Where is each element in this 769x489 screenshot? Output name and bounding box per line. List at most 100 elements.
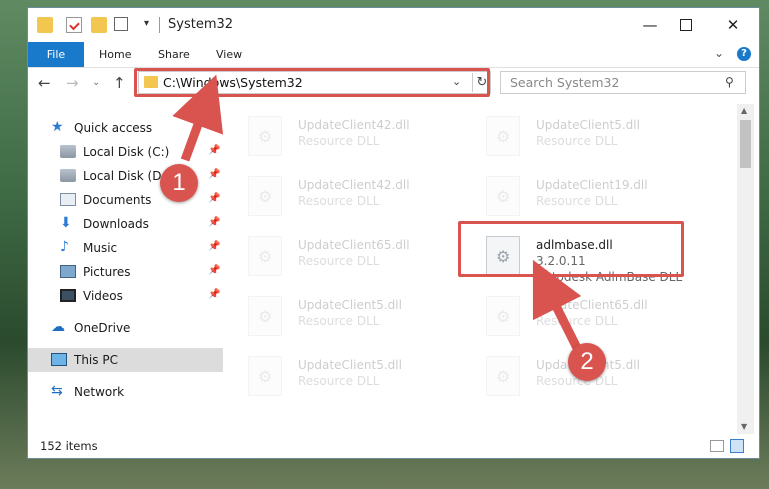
sidebar-item-label: Local Disk (D:) bbox=[83, 169, 171, 183]
file-highlight-box bbox=[458, 221, 684, 277]
drive-icon bbox=[60, 169, 76, 182]
pictures-icon bbox=[60, 265, 76, 278]
sidebar-item-label: Documents bbox=[83, 193, 152, 207]
tab-file[interactable]: File bbox=[28, 42, 84, 67]
videos-icon bbox=[60, 289, 76, 302]
sidebar-item-label: Quick access bbox=[74, 121, 153, 135]
file-type: Resource DLL bbox=[298, 134, 380, 148]
tab-view[interactable]: View bbox=[216, 42, 242, 67]
scroll-up-icon[interactable]: ▲ bbox=[741, 106, 747, 115]
sidebar-item-label: OneDrive bbox=[74, 321, 131, 335]
recent-locations-icon[interactable]: ⌄ bbox=[92, 77, 100, 88]
sidebar-item-label: Videos bbox=[83, 289, 123, 303]
folder-icon[interactable] bbox=[37, 17, 53, 33]
address-highlight-box bbox=[134, 68, 490, 97]
file-name: UpdateClient19.dll bbox=[536, 178, 648, 192]
new-folder-icon[interactable] bbox=[91, 17, 107, 33]
status-bar: 152 items bbox=[28, 436, 759, 458]
details-view-icon[interactable] bbox=[710, 440, 724, 452]
step-1-badge: 1 bbox=[160, 164, 198, 202]
file-name: UpdateClient42.dll bbox=[298, 118, 410, 132]
pin-icon[interactable]: 📌 bbox=[208, 241, 220, 252]
file-name: UpdateClient65.dll bbox=[536, 298, 648, 312]
file-item[interactable]: UpdateClient5.dll Resource DLL bbox=[486, 112, 716, 162]
pc-icon bbox=[51, 353, 67, 366]
music-icon: ♪ bbox=[60, 239, 69, 255]
file-item[interactable]: UpdateClient19.dll Resource DLL bbox=[486, 172, 716, 222]
close-button[interactable]: ✕ bbox=[711, 12, 755, 38]
search-input[interactable]: Search System32 ⚲ bbox=[500, 71, 746, 94]
dll-file-icon bbox=[486, 356, 520, 396]
search-icon[interactable]: ⚲ bbox=[725, 75, 734, 89]
sidebar-item-label: Pictures bbox=[83, 265, 131, 279]
close-icon: ✕ bbox=[726, 16, 740, 34]
download-icon: ⬇ bbox=[60, 215, 72, 231]
pin-icon[interactable]: 📌 bbox=[208, 217, 220, 228]
properties-icon[interactable] bbox=[66, 17, 82, 33]
star-icon: ★ bbox=[51, 119, 64, 135]
file-item[interactable]: UpdateClient65.dll Resource DLL bbox=[486, 292, 716, 342]
file-item[interactable]: UpdateClient5.dll Resource DLL bbox=[248, 292, 478, 342]
maximize-icon bbox=[680, 19, 692, 31]
pin-icon[interactable]: 📌 bbox=[208, 145, 220, 156]
navigation-pane: ★ Quick access Local Disk (C:) 📌 Local D… bbox=[28, 104, 223, 434]
file-name: UpdateClient42.dll bbox=[298, 178, 410, 192]
file-type: Resource DLL bbox=[536, 314, 618, 328]
tab-share[interactable]: Share bbox=[158, 42, 190, 67]
search-placeholder: Search System32 bbox=[510, 75, 620, 90]
pin-icon[interactable]: 📌 bbox=[208, 169, 220, 180]
large-icons-view-icon[interactable] bbox=[730, 439, 744, 453]
pin-icon[interactable]: 📌 bbox=[208, 289, 220, 300]
file-item[interactable]: UpdateClient42.dll Resource DLL bbox=[248, 172, 478, 222]
views-icon[interactable] bbox=[114, 17, 128, 31]
title-bar: ▾ System32 — ✕ bbox=[28, 8, 759, 42]
navigation-bar: ← → ⌄ ↑ C:\Windows\System32 ⌄ ↻ Search S… bbox=[28, 68, 759, 100]
sidebar-item-quick-access[interactable]: ★ Quick access bbox=[28, 116, 223, 140]
file-name: UpdateClient5.dll bbox=[536, 118, 640, 132]
sidebar-item-label: This PC bbox=[74, 353, 118, 367]
back-arrow-icon[interactable]: ← bbox=[38, 74, 51, 92]
minimize-icon: — bbox=[642, 16, 658, 34]
pin-icon[interactable]: 📌 bbox=[208, 193, 220, 204]
file-item[interactable]: UpdateClient5.dll Resource DLL bbox=[248, 352, 478, 402]
title-separator bbox=[159, 17, 160, 33]
sidebar-item-videos[interactable]: Videos 📌 bbox=[28, 284, 223, 308]
file-item[interactable]: UpdateClient65.dll Resource DLL bbox=[248, 232, 478, 282]
pin-icon[interactable]: 📌 bbox=[208, 265, 220, 276]
dll-file-icon bbox=[248, 176, 282, 216]
window-title: System32 bbox=[168, 17, 234, 32]
sidebar-item-local-disk-c[interactable]: Local Disk (C:) 📌 bbox=[28, 140, 223, 164]
dll-file-icon bbox=[486, 176, 520, 216]
quick-access-dropdown-icon[interactable]: ▾ bbox=[144, 18, 149, 29]
file-item[interactable]: UpdateClient42.dll Resource DLL bbox=[248, 112, 478, 162]
cloud-icon: ☁ bbox=[51, 319, 65, 335]
step-2-badge: 2 bbox=[568, 343, 606, 381]
dll-file-icon bbox=[486, 296, 520, 336]
sidebar-item-this-pc[interactable]: This PC bbox=[28, 348, 223, 372]
up-arrow-icon[interactable]: ↑ bbox=[113, 74, 126, 92]
expand-ribbon-icon[interactable]: ⌄ bbox=[714, 46, 724, 60]
file-type: Resource DLL bbox=[298, 254, 380, 268]
file-type: Resource DLL bbox=[536, 194, 618, 208]
sidebar-item-pictures[interactable]: Pictures 📌 bbox=[28, 260, 223, 284]
sidebar-item-onedrive[interactable]: ☁ OneDrive bbox=[28, 316, 223, 340]
sidebar-item-network[interactable]: ⇆ Network bbox=[28, 380, 223, 404]
help-icon[interactable]: ? bbox=[737, 47, 751, 61]
sidebar-item-label: Network bbox=[74, 385, 125, 399]
scroll-down-icon[interactable]: ▼ bbox=[741, 422, 747, 431]
sidebar-item-label: Local Disk (C:) bbox=[83, 145, 170, 159]
file-name: UpdateClient5.dll bbox=[298, 298, 402, 312]
dll-file-icon bbox=[248, 116, 282, 156]
forward-arrow-icon[interactable]: → bbox=[66, 74, 79, 92]
tab-home[interactable]: Home bbox=[99, 42, 131, 67]
sidebar-item-downloads[interactable]: ⬇ Downloads 📌 bbox=[28, 212, 223, 236]
vertical-scrollbar[interactable]: ▲ ▼ bbox=[737, 104, 754, 434]
sidebar-item-music[interactable]: ♪ Music 📌 bbox=[28, 236, 223, 260]
sidebar-item-label: Music bbox=[83, 241, 118, 255]
file-type: Resource DLL bbox=[536, 134, 618, 148]
file-type: Resource DLL bbox=[298, 314, 380, 328]
file-name: UpdateClient65.dll bbox=[298, 238, 410, 252]
documents-icon bbox=[60, 193, 76, 206]
maximize-button[interactable] bbox=[664, 12, 708, 38]
scroll-thumb[interactable] bbox=[740, 120, 751, 168]
